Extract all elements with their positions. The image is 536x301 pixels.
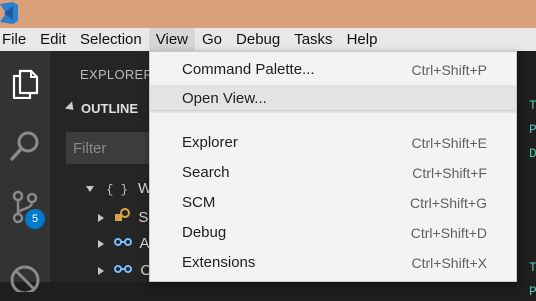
menu-item-debug[interactable]: Debug Ctrl+Shift+D: [150, 219, 516, 247]
menu-item-scm[interactable]: SCM Ctrl+Shift+G: [150, 189, 516, 217]
menu-tasks[interactable]: Tasks: [287, 28, 339, 51]
chevron-right-icon: [98, 240, 104, 249]
menu-item-open-view[interactable]: Open View...: [150, 85, 516, 113]
braces-icon: { }: [106, 183, 128, 197]
vscode-logo-icon[interactable]: [0, 2, 18, 24]
editor-area[interactable]: T P D T P: [515, 51, 536, 299]
editor-text: T: [529, 98, 536, 113]
menu-selection[interactable]: Selection: [73, 28, 149, 51]
chevron-right-icon: [98, 267, 104, 276]
menu-file[interactable]: File: [0, 28, 33, 51]
tree-item[interactable]: Se: [98, 208, 157, 230]
menu-item-extensions[interactable]: Extensions Ctrl+Shift+X: [150, 249, 516, 277]
menu-view[interactable]: View: [148, 28, 195, 51]
menu-item-explorer[interactable]: Explorer Ctrl+Shift+E: [150, 129, 516, 157]
menu-bar: File Edit Selection View Go Debug Tasks …: [0, 28, 536, 51]
chevron-down-icon: [64, 101, 78, 114]
editor-text: D: [529, 146, 536, 161]
interface-icon: [114, 265, 133, 273]
debug-icon[interactable]: [0, 251, 50, 301]
editor-text: P: [529, 284, 536, 299]
menu-separator: [150, 110, 516, 111]
tree-item[interactable]: Cl: [98, 262, 155, 284]
gear-package-icon: [115, 208, 131, 221]
chevron-right-icon: [98, 214, 104, 223]
explorer-title: EXPLORER: [80, 67, 154, 82]
editor-text: P: [529, 122, 536, 137]
source-control-badge: 5: [25, 209, 45, 229]
menu-item-command-palette[interactable]: Command Palette... Ctrl+Shift+P: [150, 56, 516, 84]
search-icon[interactable]: [0, 121, 50, 171]
menu-debug[interactable]: Debug: [229, 28, 287, 51]
interface-icon: [114, 238, 133, 246]
activity-bar: 5: [0, 51, 50, 292]
menu-help[interactable]: Help: [340, 28, 385, 51]
menu-go[interactable]: Go: [195, 28, 229, 51]
explorer-icon[interactable]: [0, 59, 50, 109]
menu-edit[interactable]: Edit: [33, 28, 73, 51]
menu-item-search[interactable]: Search Ctrl+Shift+F: [150, 159, 516, 187]
chevron-down-icon: [86, 186, 94, 193]
outline-title: OUTLINE: [81, 101, 139, 116]
view-menu-dropdown: Command Palette... Ctrl+Shift+P Open Vie…: [149, 51, 517, 282]
title-bar: [0, 0, 536, 28]
editor-text: T: [529, 260, 536, 275]
